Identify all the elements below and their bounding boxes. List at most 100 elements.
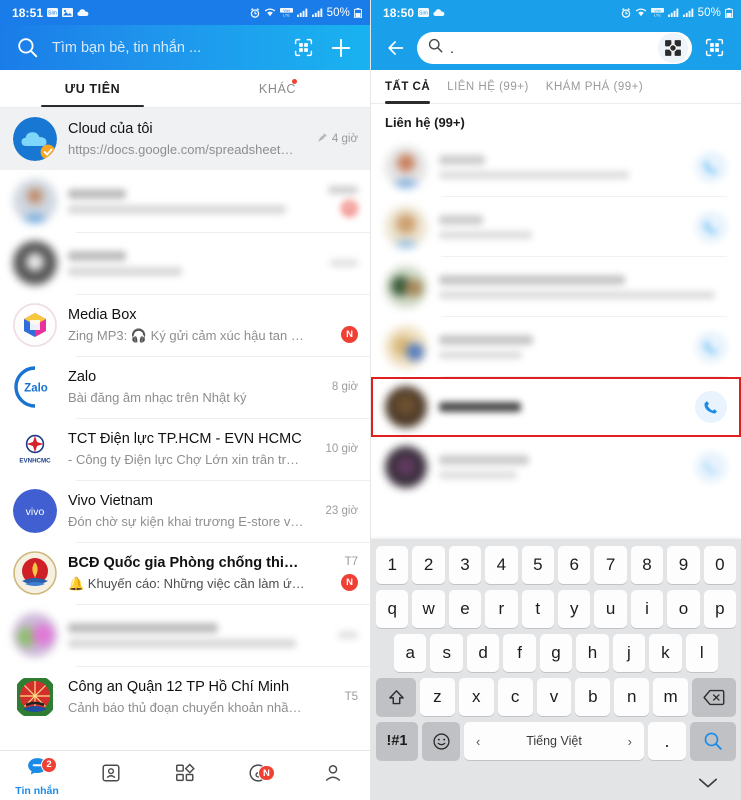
tab-uu-tien[interactable]: ƯU TIÊN [0, 70, 185, 107]
plus-icon[interactable] [322, 29, 360, 67]
call-icon[interactable] [695, 451, 727, 483]
wifi-icon [635, 8, 647, 17]
chat-list: Cloud của tôi https://docs.google.com/sp… [0, 108, 370, 728]
key-t[interactable]: t [521, 590, 554, 628]
nav-item-messages[interactable]: 2 Tin nhắn [0, 755, 74, 797]
list-item[interactable] [371, 137, 741, 197]
key-g[interactable]: g [539, 634, 573, 672]
key-q[interactable]: q [375, 590, 409, 628]
list-item[interactable]: Cloud của tôi https://docs.google.com/sp… [0, 108, 370, 170]
key-period[interactable]: . [648, 722, 686, 760]
shift-icon[interactable] [376, 678, 416, 716]
key-y[interactable]: y [558, 590, 591, 628]
key-i[interactable]: i [630, 590, 664, 628]
list-item[interactable] [0, 604, 370, 666]
key-2[interactable]: 2 [412, 546, 445, 584]
nav-item-diary[interactable]: N [222, 762, 296, 789]
key-7[interactable]: 7 [594, 546, 627, 584]
alarm-icon [621, 7, 631, 18]
qr-scan-icon[interactable] [695, 29, 733, 67]
back-arrow-icon[interactable] [377, 29, 415, 67]
key-n[interactable]: n [614, 678, 650, 716]
key-p[interactable]: p [703, 590, 737, 628]
emoji-icon[interactable] [422, 722, 460, 760]
left-status-bar: 18:51 Sim Viet LTE 50% [0, 0, 370, 25]
list-item[interactable] [371, 437, 741, 497]
key-9[interactable]: 9 [667, 546, 700, 584]
tab-khac-dot [292, 79, 297, 84]
key-8[interactable]: 8 [630, 546, 664, 584]
list-item-meta: T5 [316, 691, 358, 703]
search-input[interactable]: . [443, 40, 658, 56]
list-item[interactable] [371, 257, 741, 317]
key-b[interactable]: b [575, 678, 611, 716]
evn-avatar: EVNHCMC [13, 427, 57, 471]
list-item[interactable]: BCĐ Quốc gia Phòng chống thiên tai 🔔 Khu… [0, 542, 370, 604]
signal2-icon [682, 8, 694, 17]
list-item[interactable]: Media Box Zing MP3: 🎧 Ký gửi cảm xúc hậu… [0, 294, 370, 356]
tab-khac[interactable]: KHÁC [185, 70, 370, 107]
search-icon[interactable] [8, 29, 46, 67]
key-e[interactable]: e [448, 590, 482, 628]
list-item[interactable]: Zalo Zalo Bài đăng âm nhạc trên Nhật ký … [0, 356, 370, 418]
key-k[interactable]: k [649, 634, 682, 672]
call-icon[interactable] [695, 151, 727, 183]
list-item[interactable]: N [0, 170, 370, 232]
key-j[interactable]: j [612, 634, 646, 672]
key-s[interactable]: s [430, 634, 463, 672]
key-z[interactable]: z [420, 678, 455, 716]
svg-text:vivo: vivo [26, 506, 45, 518]
key-v[interactable]: v [536, 678, 572, 716]
key-m[interactable]: m [653, 678, 689, 716]
key-a[interactable]: a [394, 634, 427, 672]
list-item[interactable] [371, 317, 741, 377]
keyboard-row-numbers: 1 2 3 4 5 6 7 8 9 0 [374, 546, 738, 584]
search-field[interactable]: . [417, 31, 692, 64]
call-icon[interactable] [695, 391, 727, 423]
call-icon[interactable] [695, 211, 727, 243]
key-l[interactable]: l [685, 634, 718, 672]
search-input[interactable]: Tìm bạn bè, tin nhắn ... [46, 40, 284, 56]
key-r[interactable]: r [485, 590, 518, 628]
tab-lien-he[interactable]: LIÊN HỆ (99+) [447, 70, 529, 104]
key-4[interactable]: 4 [485, 546, 518, 584]
key-x[interactable]: x [458, 678, 494, 716]
key-o[interactable]: o [667, 590, 700, 628]
blurred-avatar [385, 386, 427, 428]
key-3[interactable]: 3 [448, 546, 482, 584]
chevron-down-icon[interactable] [698, 776, 718, 790]
list-item[interactable]: vivo Vivo Vietnam Đón chờ sự kiện khai t… [0, 480, 370, 542]
key-5[interactable]: 5 [521, 546, 554, 584]
list-item[interactable]: Công an Quận 12 TP Hồ Chí Minh Cảnh báo … [0, 666, 370, 728]
key-1[interactable]: 1 [375, 546, 409, 584]
nav-item-apps[interactable] [148, 762, 222, 789]
key-u[interactable]: u [594, 590, 627, 628]
symbols-key[interactable]: !#1 [376, 722, 418, 760]
key-w[interactable]: w [412, 590, 445, 628]
nav-item-contacts[interactable] [74, 762, 148, 789]
backspace-icon[interactable] [692, 678, 737, 716]
congan-avatar [13, 675, 57, 719]
key-f[interactable]: f [503, 634, 536, 672]
list-item-highlighted[interactable] [371, 377, 741, 437]
list-item-time: 4 giờ [331, 133, 358, 145]
space-key-label: Tiếng Việt [526, 734, 582, 748]
qr-scan-icon[interactable] [284, 29, 322, 67]
svg-text:Viet: Viet [283, 9, 290, 13]
key-d[interactable]: d [466, 634, 500, 672]
space-key[interactable]: ‹ Tiếng Việt › [464, 722, 644, 760]
list-item[interactable]: EVNHCMC TCT Điện lực TP.HCM - EVN HCMC -… [0, 418, 370, 480]
list-item[interactable] [0, 232, 370, 294]
keyboard-search-key[interactable] [690, 722, 736, 760]
tab-kham-pha[interactable]: KHÁM PHÁ (99+) [546, 70, 643, 104]
tab-tat-ca[interactable]: TẤT CẢ [385, 70, 431, 104]
call-icon[interactable] [695, 331, 727, 363]
nav-item-profile[interactable] [296, 762, 370, 789]
space-next-lang[interactable]: › [628, 734, 632, 749]
key-c[interactable]: c [497, 678, 533, 716]
key-h[interactable]: h [576, 634, 609, 672]
key-0[interactable]: 0 [703, 546, 737, 584]
list-item[interactable] [371, 197, 741, 257]
image-search-icon[interactable] [658, 32, 688, 63]
key-6[interactable]: 6 [558, 546, 591, 584]
